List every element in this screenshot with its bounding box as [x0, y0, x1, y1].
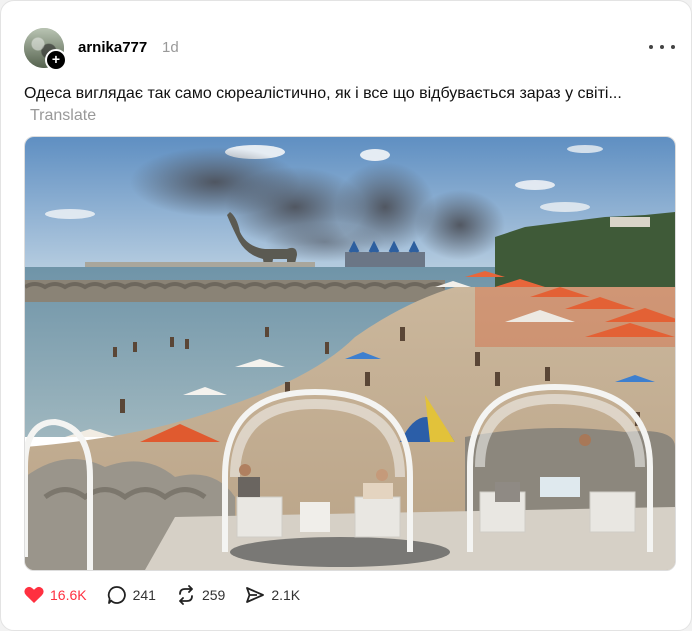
like-count: 16.6K [50, 587, 87, 603]
more-icon[interactable] [649, 37, 675, 57]
comment-icon [107, 586, 126, 604]
beach-photo [25, 137, 675, 570]
more-dot [660, 45, 664, 49]
share-button[interactable]: 2.1K [245, 585, 300, 605]
post-body: Одеса виглядає так само сюреалістично, я… [24, 85, 622, 102]
follow-plus-icon[interactable]: + [45, 49, 67, 71]
post-time[interactable]: 1d [162, 39, 179, 56]
translate-link[interactable]: Translate [30, 107, 96, 124]
share-count: 2.1K [271, 587, 301, 603]
more-dot [649, 45, 653, 49]
post-photo[interactable] [24, 136, 676, 571]
avatar[interactable]: + [24, 28, 67, 71]
username[interactable]: arnika777 [78, 39, 147, 56]
reply-count: 241 [132, 587, 156, 603]
repost-button[interactable]: 259 [176, 585, 225, 605]
heart-icon [24, 586, 44, 603]
post-text: Одеса виглядає так само сюреалістично, я… [24, 83, 624, 127]
more-dot [671, 45, 675, 49]
action-bar: 16.6K 241 259 2.1K [24, 584, 320, 606]
reply-button[interactable]: 241 [107, 585, 156, 605]
repost-icon [179, 585, 193, 605]
repost-count: 259 [201, 587, 226, 603]
like-button[interactable]: 16.6K [24, 586, 87, 604]
share-icon [246, 587, 265, 603]
post-card: + arnika777 1d Одеса виглядає так само с… [0, 0, 692, 631]
